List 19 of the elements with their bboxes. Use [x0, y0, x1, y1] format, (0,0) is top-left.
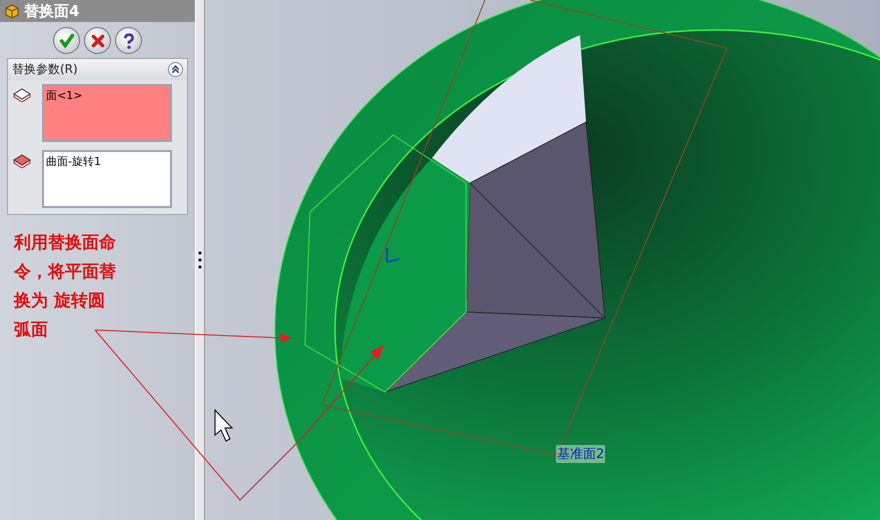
cancel-button[interactable] — [84, 27, 112, 54]
splitter-grip-icon[interactable] — [198, 250, 202, 270]
ok-button[interactable] — [53, 27, 80, 54]
plane-label: 基准面2 — [556, 445, 606, 463]
close-icon[interactable] — [88, 32, 107, 50]
selection-list[interactable]: 面<1> — [42, 84, 172, 142]
box-icon — [4, 3, 20, 19]
annotation-text: 利用替换面命令，将平面替换为 旋转圆弧面 — [14, 232, 117, 342]
selection-item[interactable]: 曲面-旋转1 — [46, 155, 101, 168]
cursor-icon[interactable] — [214, 408, 234, 442]
check-icon[interactable] — [58, 32, 76, 50]
face-icon — [12, 86, 32, 102]
selection-list[interactable]: 曲面-旋转1 — [42, 150, 172, 208]
origin-axis-icon — [386, 247, 400, 263]
panel-title: 替换面4 — [24, 2, 80, 20]
group-title: 替换参数(R) — [12, 61, 78, 78]
help-button[interactable] — [115, 27, 142, 54]
surface-icon — [12, 152, 32, 168]
selection-item[interactable]: 面<1> — [46, 89, 82, 102]
